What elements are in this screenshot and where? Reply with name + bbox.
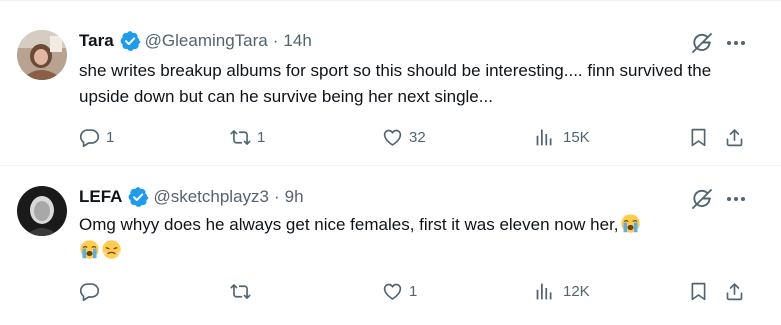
heart-icon <box>382 127 403 148</box>
repost-button[interactable]: 1 <box>230 124 265 150</box>
reply-count: 1 <box>106 128 115 146</box>
like-count: 1 <box>409 282 418 300</box>
share-icon <box>724 281 745 302</box>
views-button[interactable]: 12K <box>534 278 590 304</box>
user-handle[interactable]: @sketchplayz3 <box>153 187 269 207</box>
loudly-crying-face-icon <box>79 239 100 260</box>
views-chart-icon <box>534 127 555 148</box>
tweet-text: Omg whyy does he always get nice females… <box>79 215 619 234</box>
tweet-card[interactable]: Tara @GleamingTara · 14h she writes brea… <box>0 10 781 165</box>
share-button[interactable] <box>724 124 745 150</box>
tweet-card[interactable]: LEFA @sketchplayz3 · 9h Omg whyy does he… <box>0 166 781 325</box>
user-handle[interactable]: @GleamingTara <box>145 31 268 51</box>
view-count: 15K <box>563 128 590 146</box>
display-name[interactable]: Tara <box>79 31 114 51</box>
top-divider <box>0 0 781 1</box>
tweet-text-block: Omg whyy does he always get nice females… <box>79 212 759 264</box>
bookmark-icon <box>688 127 709 148</box>
share-button[interactable] <box>724 278 745 304</box>
heart-icon <box>382 281 403 302</box>
views-chart-icon <box>534 281 555 302</box>
repost-button[interactable] <box>230 278 257 304</box>
repost-count: 1 <box>257 128 266 146</box>
loudly-crying-face-icon <box>620 213 641 234</box>
display-name[interactable]: LEFA <box>79 187 122 207</box>
reply-button[interactable]: 1 <box>79 124 114 150</box>
view-count: 12K <box>563 282 590 300</box>
avatar[interactable] <box>17 186 67 236</box>
like-button[interactable]: 32 <box>382 124 426 150</box>
views-button[interactable]: 15K <box>534 124 590 150</box>
avatar[interactable] <box>17 30 67 80</box>
timestamp[interactable]: 9h <box>285 187 304 207</box>
tweet-header: LEFA @sketchplayz3 · 9h <box>79 185 304 209</box>
tweet-text: she writes breakup albums for sport so t… <box>79 61 712 106</box>
grok-icon[interactable] <box>690 31 714 55</box>
tweet-header: Tara @GleamingTara · 14h <box>79 29 312 53</box>
bookmark-button[interactable] <box>688 278 709 304</box>
tweet-feed: Tara @GleamingTara · 14h she writes brea… <box>0 0 781 325</box>
more-options-icon[interactable] <box>724 187 748 211</box>
like-button[interactable]: 1 <box>382 278 417 304</box>
grok-icon[interactable] <box>690 187 714 211</box>
reply-icon <box>79 127 100 148</box>
bookmark-button[interactable] <box>688 124 709 150</box>
face-with-steam-icon <box>101 239 122 260</box>
timestamp[interactable]: 14h <box>283 31 311 51</box>
separator-dot: · <box>273 187 280 206</box>
share-icon <box>724 127 745 148</box>
repost-icon <box>230 281 251 302</box>
repost-icon <box>230 127 251 148</box>
verified-badge-icon <box>127 186 149 208</box>
reply-button[interactable] <box>79 278 106 304</box>
bookmark-icon <box>688 281 709 302</box>
like-count: 32 <box>409 128 426 146</box>
reply-icon <box>79 281 100 302</box>
verified-badge-icon <box>119 30 141 52</box>
more-options-icon[interactable] <box>724 31 748 55</box>
action-bar: 1 12K <box>0 278 781 304</box>
separator-dot: · <box>272 31 279 50</box>
action-bar: 1 1 32 15K <box>0 124 781 150</box>
